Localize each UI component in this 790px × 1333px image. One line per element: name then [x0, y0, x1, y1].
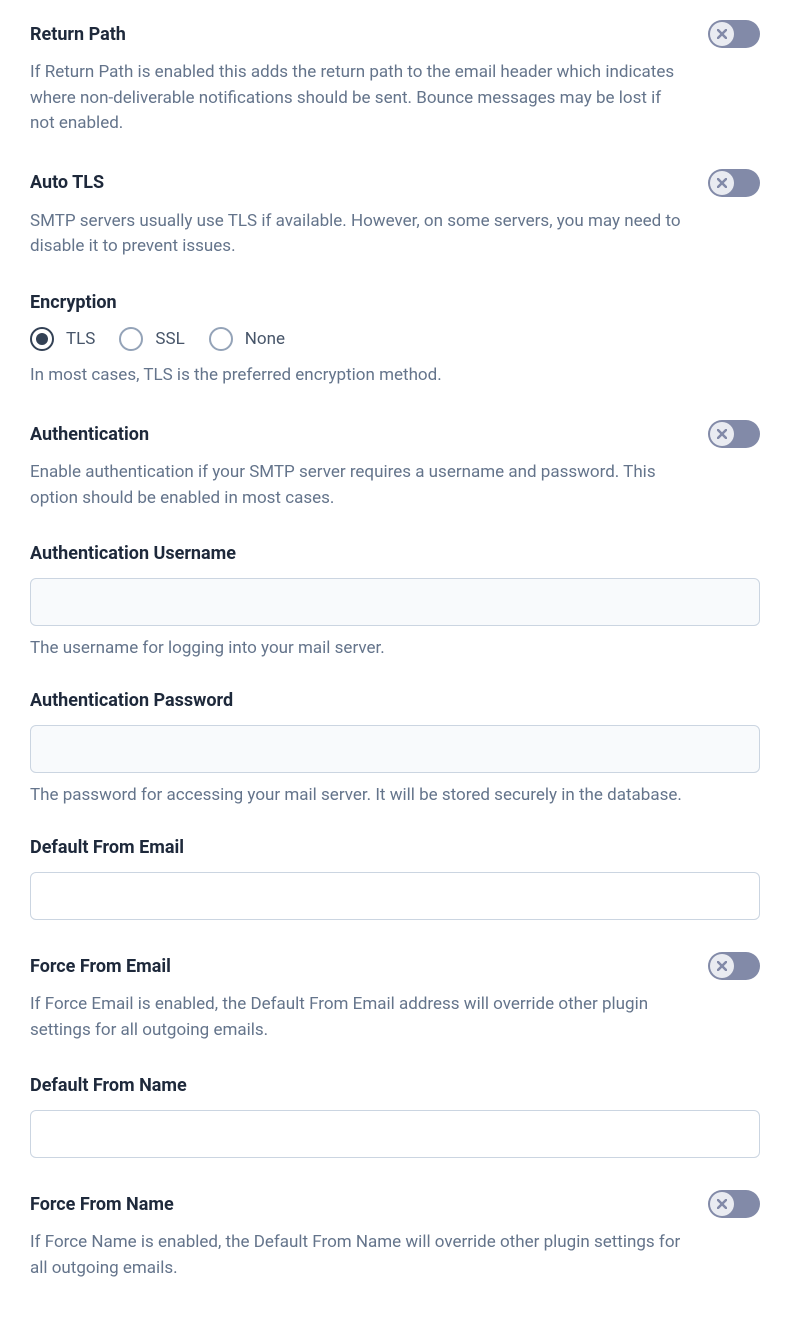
auto-tls-section: Auto TLS SMTP servers usually use TLS if…: [30, 169, 760, 260]
force-from-email-desc: If Force Email is enabled, the Default F…: [30, 992, 690, 1043]
toggle-knob: [710, 422, 734, 446]
return-path-toggle[interactable]: [708, 20, 760, 48]
encryption-option-none[interactable]: None: [209, 327, 285, 351]
x-icon: [717, 178, 727, 188]
force-from-name-header: Force From Name: [30, 1190, 760, 1218]
encryption-option-tls[interactable]: TLS: [30, 327, 95, 351]
force-from-name-section: Force From Name If Force Name is enabled…: [30, 1190, 760, 1281]
default-from-name-section: Default From Name: [30, 1075, 760, 1158]
return-path-desc: If Return Path is enabled this adds the …: [30, 60, 690, 137]
x-icon: [717, 429, 727, 439]
x-icon: [717, 1199, 727, 1209]
radio-label-none: None: [245, 329, 285, 349]
encryption-helper: In most cases, TLS is the preferred encr…: [30, 363, 690, 389]
default-from-email-input[interactable]: [30, 872, 760, 920]
radio-circle: [30, 327, 54, 351]
encryption-option-ssl[interactable]: SSL: [119, 327, 184, 351]
default-from-email-label: Default From Email: [30, 837, 760, 858]
toggle-knob: [710, 22, 734, 46]
force-from-name-desc: If Force Name is enabled, the Default Fr…: [30, 1230, 690, 1281]
auto-tls-title: Auto TLS: [30, 172, 104, 193]
return-path-title: Return Path: [30, 24, 126, 45]
authentication-header: Authentication: [30, 420, 760, 448]
x-icon: [717, 29, 727, 39]
radio-label-ssl: SSL: [155, 329, 184, 349]
auth-username-input[interactable]: [30, 578, 760, 626]
auth-username-label: Authentication Username: [30, 543, 760, 564]
radio-dot: [36, 333, 48, 345]
auto-tls-desc: SMTP servers usually use TLS if availabl…: [30, 209, 690, 260]
force-from-email-title: Force From Email: [30, 956, 171, 977]
toggle-knob: [710, 954, 734, 978]
toggle-knob: [710, 1192, 734, 1216]
force-from-email-section: Force From Email If Force Email is enabl…: [30, 952, 760, 1043]
auth-username-helper: The username for logging into your mail …: [30, 638, 760, 658]
authentication-section: Authentication Enable authentication if …: [30, 420, 760, 511]
encryption-title: Encryption: [30, 292, 760, 313]
radio-label-tls: TLS: [66, 329, 95, 349]
auth-password-section: Authentication Password The password for…: [30, 690, 760, 805]
encryption-radio-group: TLS SSL None: [30, 327, 760, 351]
default-from-email-section: Default From Email: [30, 837, 760, 920]
force-from-email-toggle[interactable]: [708, 952, 760, 980]
x-icon: [717, 961, 727, 971]
radio-circle: [209, 327, 233, 351]
force-from-email-header: Force From Email: [30, 952, 760, 980]
force-from-name-toggle[interactable]: [708, 1190, 760, 1218]
force-from-name-title: Force From Name: [30, 1194, 174, 1215]
default-from-name-label: Default From Name: [30, 1075, 760, 1096]
return-path-header: Return Path: [30, 20, 760, 48]
authentication-desc: Enable authentication if your SMTP serve…: [30, 460, 690, 511]
return-path-section: Return Path If Return Path is enabled th…: [30, 20, 760, 137]
auto-tls-toggle[interactable]: [708, 169, 760, 197]
authentication-toggle[interactable]: [708, 420, 760, 448]
auth-username-section: Authentication Username The username for…: [30, 543, 760, 658]
radio-circle: [119, 327, 143, 351]
auto-tls-header: Auto TLS: [30, 169, 760, 197]
auth-password-helper: The password for accessing your mail ser…: [30, 785, 760, 805]
authentication-title: Authentication: [30, 424, 149, 445]
default-from-name-input[interactable]: [30, 1110, 760, 1158]
auth-password-label: Authentication Password: [30, 690, 760, 711]
toggle-knob: [710, 171, 734, 195]
auth-password-input[interactable]: [30, 725, 760, 773]
encryption-section: Encryption TLS SSL None In most cases, T…: [30, 292, 760, 389]
